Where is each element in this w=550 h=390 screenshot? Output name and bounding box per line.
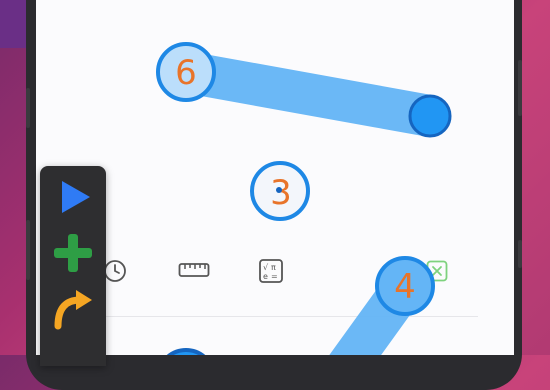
redo-arrow-icon[interactable]: [48, 282, 98, 332]
point-3-center-dot: [276, 187, 282, 193]
plus-icon[interactable]: [48, 228, 98, 278]
point-3[interactable]: 3: [250, 161, 310, 221]
point-4-label: 4: [394, 267, 416, 307]
play-icon[interactable]: [48, 172, 98, 222]
segment-6[interactable]: [165, 51, 451, 137]
point-3-label: 3: [270, 173, 292, 213]
point-endpoint[interactable]: [408, 94, 452, 138]
point-partial[interactable]: [158, 348, 214, 355]
floating-toolbar: [40, 166, 106, 366]
point-6[interactable]: 6: [156, 42, 216, 102]
point-6-label: 6: [175, 53, 197, 93]
point-4[interactable]: 4: [375, 256, 435, 316]
